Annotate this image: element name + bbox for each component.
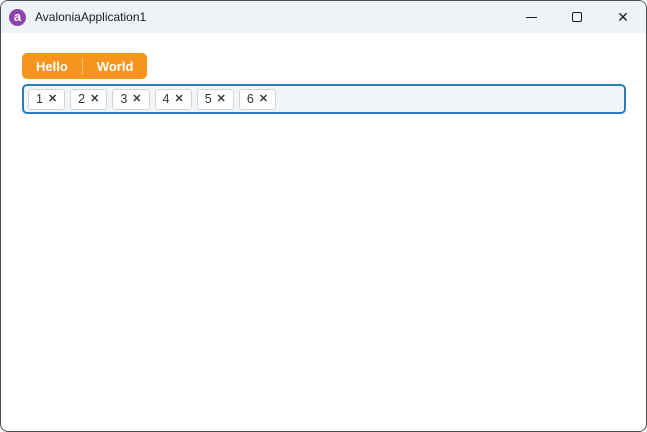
chip-remove-button[interactable]: ✕ bbox=[48, 93, 57, 105]
chip-label: 3 bbox=[120, 91, 128, 106]
chip-remove-button[interactable]: ✕ bbox=[90, 93, 99, 105]
chip-remove-button[interactable]: ✕ bbox=[259, 93, 268, 105]
chip-remove-button[interactable]: ✕ bbox=[132, 93, 141, 105]
window-title: AvaloniaApplication1 bbox=[35, 10, 147, 24]
chip-label: 4 bbox=[162, 91, 170, 106]
chip-remove-button[interactable]: ✕ bbox=[174, 93, 183, 105]
app-window: a AvaloniaApplication1 ✕ Hello World 1 ✕ bbox=[0, 0, 647, 432]
chip-label: 1 bbox=[36, 91, 43, 106]
world-button[interactable]: World bbox=[83, 53, 148, 79]
chip: 1 ✕ bbox=[28, 88, 66, 110]
hello-world-split-button: Hello World bbox=[22, 53, 148, 79]
chip-label: 2 bbox=[78, 91, 86, 106]
maximize-button[interactable] bbox=[554, 1, 600, 33]
chip: 3 ✕ bbox=[112, 88, 150, 110]
hello-button[interactable]: Hello bbox=[22, 53, 82, 79]
chip: 2 ✕ bbox=[70, 88, 108, 110]
chip: 6 ✕ bbox=[238, 88, 277, 110]
maximize-icon bbox=[572, 12, 582, 22]
chip-remove-button[interactable]: ✕ bbox=[217, 93, 226, 105]
chip-input[interactable]: 1 ✕ 2 ✕ 3 ✕ 4 ✕ 5 ✕ 6 ✕ bbox=[22, 84, 626, 114]
minimize-icon bbox=[525, 16, 537, 18]
chip: 5 ✕ bbox=[196, 88, 234, 110]
main-content: Hello World 1 ✕ 2 ✕ 3 ✕ 4 ✕ 5 ✕ 6 ✕ bbox=[1, 33, 646, 114]
avalonia-logo-icon: a bbox=[9, 8, 26, 26]
titlebar[interactable]: a AvaloniaApplication1 ✕ bbox=[1, 1, 646, 33]
close-icon: ✕ bbox=[617, 9, 629, 25]
chip-label: 5 bbox=[204, 91, 212, 106]
chip: 4 ✕ bbox=[154, 88, 192, 110]
chip-label: 6 bbox=[246, 91, 254, 106]
minimize-button[interactable] bbox=[508, 1, 554, 33]
close-button[interactable]: ✕ bbox=[600, 1, 646, 33]
